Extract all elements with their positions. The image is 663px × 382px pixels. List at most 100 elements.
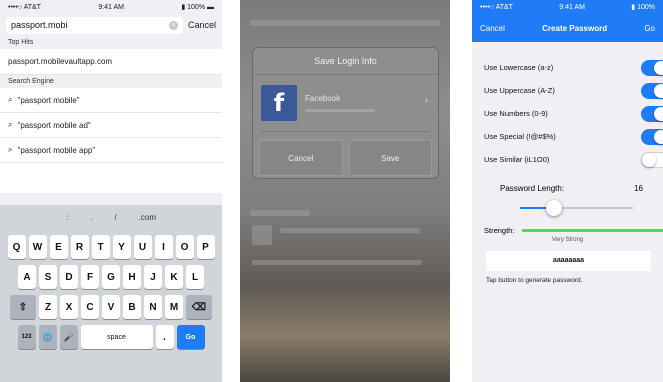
length-value: 16 [634,183,643,193]
cancel-button[interactable]: Cancel [259,140,343,176]
special-toggle[interactable] [641,128,663,145]
key[interactable]: G [102,265,120,289]
suggestion-item[interactable]: ⌕ "passport mobile app" [0,138,222,163]
suggestion-item[interactable]: ⌕ "passport mobile ad" [0,113,222,138]
uppercase-toggle[interactable] [641,82,663,99]
key-slash[interactable]: / [114,213,116,222]
key[interactable]: A [18,265,36,289]
lowercase-toggle[interactable] [641,59,663,76]
cancel-button[interactable]: Cancel [480,24,505,33]
option-label: Use Similar (iL1O0) [484,155,550,164]
top-hit-item[interactable]: passport.mobilevaultapp.com [0,49,222,75]
key[interactable]: C [81,295,99,319]
option-uppercase: Use Uppercase (A-Z) [472,79,663,102]
key[interactable]: R [70,235,89,259]
option-label: Use Uppercase (A-Z) [484,86,555,95]
key[interactable]: H [123,265,141,289]
status-bar: ••••○ AT&T 9:41 AM ▮ 100% [472,0,663,14]
key[interactable]: E [49,235,68,259]
navigation-header: ••••○ AT&T 9:41 AM ▮ 100% Cancel Create … [472,0,663,42]
key[interactable]: Y [112,235,131,259]
key[interactable]: O [175,235,194,259]
numbers-toggle[interactable] [641,105,663,122]
key[interactable]: V [102,295,120,319]
similar-toggle[interactable] [641,151,663,168]
strength-bar [522,228,663,232]
carrier: ••••○ AT&T [480,3,513,11]
search-row: passport.mobi × Cancel [0,14,222,36]
key-dot[interactable]: . [90,213,92,222]
strength-row: Strength: [472,223,663,237]
length-slider[interactable] [520,199,633,217]
create-password-screen: ••••○ AT&T 9:41 AM ▮ 100% Cancel Create … [472,0,663,382]
key[interactable]: F [81,265,99,289]
key[interactable]: T [91,235,110,259]
option-label: Use Numbers (0-9) [484,109,548,118]
chevron-right-icon: › [425,95,428,105]
facebook-icon: f [261,85,297,121]
save-button[interactable]: Save [348,140,432,176]
page-title: Create Password [542,23,608,33]
key[interactable]: X [60,295,78,319]
strength-label: Strength: [484,225,515,235]
search-input[interactable]: passport.mobi × [6,16,183,34]
search-value: passport.mobi [11,20,68,30]
key[interactable]: P [196,235,215,259]
length-row: Password Length: 16 [472,177,663,199]
microphone-icon[interactable]: 🎤 [59,325,78,349]
key[interactable]: D [60,265,78,289]
toggle-knob [654,83,663,98]
go-key[interactable]: Go [176,325,205,349]
key[interactable]: B [123,295,141,319]
account-detail-placeholder [305,109,375,112]
account-row[interactable]: f Facebook › [261,75,430,132]
generated-password[interactable]: aaaaaaaa [486,251,651,271]
blank-area [0,163,222,193]
key[interactable]: W [28,235,47,259]
globe-icon[interactable]: 🌐 [38,325,57,349]
keyboard-row-3: ⇧ Z X C V B N M ⌫ [0,295,222,319]
save-login-screen: Save Login Info f Facebook › Cancel Save [240,0,450,382]
save-login-dialog: Save Login Info f Facebook › Cancel Save [253,48,438,178]
key-dotcom[interactable]: .com [139,213,156,222]
cancel-button[interactable]: Cancel [188,20,216,30]
key[interactable]: I [154,235,173,259]
suggestion-text: "passport mobile ad" [17,120,91,130]
clear-icon[interactable]: × [168,20,178,30]
key[interactable]: Q [7,235,26,259]
dialog-buttons: Cancel Save [253,140,438,176]
key-colon[interactable]: : [66,213,68,222]
key[interactable]: M [165,295,183,319]
slider-thumb[interactable] [545,200,562,216]
search-icon: ⌕ [8,95,13,104]
key[interactable]: K [165,265,183,289]
search-icon: ⌕ [8,120,13,129]
toggle-knob [654,106,663,121]
toggle-knob [654,129,663,144]
key[interactable]: L [186,265,204,289]
suggestion-item[interactable]: ⌕ "passport mobile" [0,88,222,113]
space-key[interactable]: space [80,325,153,349]
account-name: Facebook [305,94,341,103]
go-button[interactable]: Go [644,24,655,33]
keyboard-row-1: Q W E R T Y U I O P [0,235,222,259]
backspace-key[interactable]: ⌫ [186,295,212,319]
keyboard: : . / .com Q W E R T Y U I O P A S D F G… [0,205,222,382]
dot-key[interactable]: . [155,325,174,349]
key[interactable]: S [39,265,57,289]
suggestion-text: "passport mobile app" [17,145,96,155]
keyboard-row-2: A S D F G H J K L [0,265,222,289]
carrier: ••••○ AT&T [8,3,41,11]
nav-bar: Cancel Create Password Go [472,14,663,42]
suggestion-text: "passport mobile" [17,95,80,105]
key[interactable]: Z [39,295,57,319]
numbers-key[interactable]: 123 [17,325,36,349]
length-label: Password Length: [500,183,565,193]
shift-key[interactable]: ⇧ [10,295,36,319]
key[interactable]: U [133,235,152,259]
key[interactable]: J [144,265,162,289]
key[interactable]: N [144,295,162,319]
clock: 9:41 AM [559,3,585,11]
option-numbers: Use Numbers (0-9) [472,102,663,125]
